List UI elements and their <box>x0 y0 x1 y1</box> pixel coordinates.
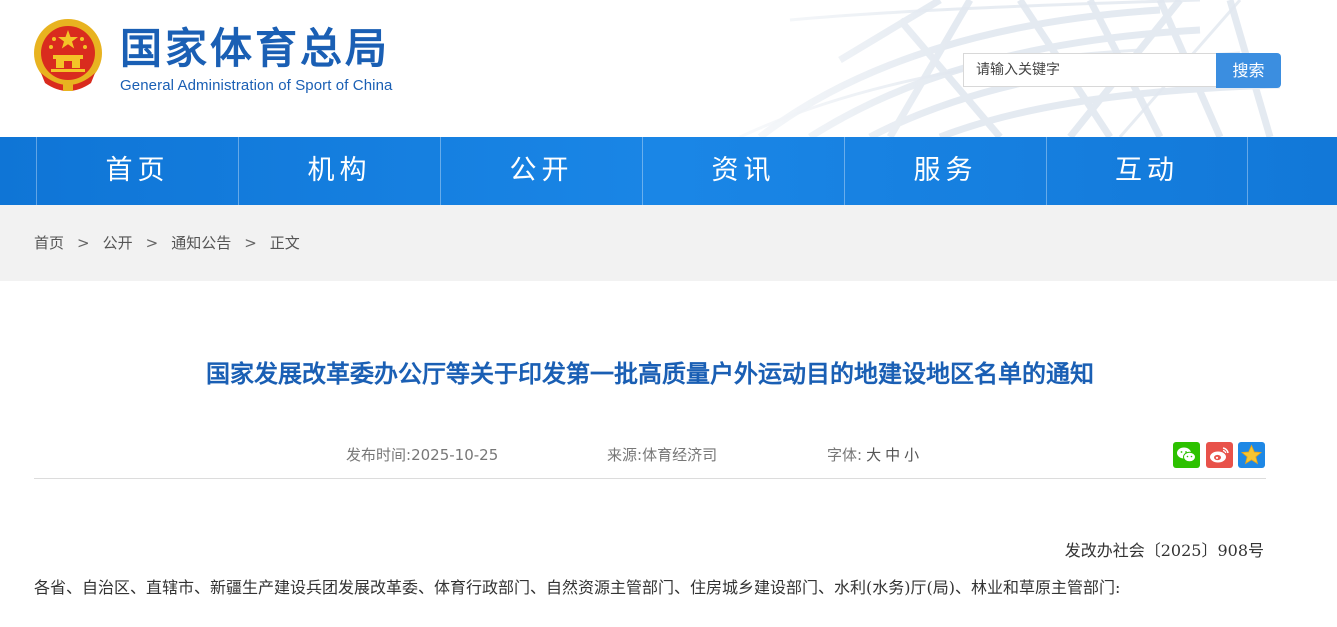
nav-item-services[interactable]: 服务 <box>844 137 1046 205</box>
nav-item-interaction[interactable]: 互动 <box>1046 137 1248 205</box>
font-size-large[interactable]: 大 <box>866 446 881 464</box>
favorite-star-icon[interactable] <box>1238 442 1265 468</box>
site-name-english: General Administration of Sport of China <box>120 77 393 94</box>
national-emblem-logo <box>34 19 102 91</box>
breadcrumb-separator: > <box>244 234 257 252</box>
nav-item-organization[interactable]: 机构 <box>238 137 440 205</box>
site-name-chinese: 国家体育总局 <box>120 24 391 73</box>
breadcrumb-separator: > <box>77 234 90 252</box>
font-size-medium[interactable]: 中 <box>885 446 900 464</box>
nav-item-home[interactable]: 首页 <box>36 137 238 205</box>
breadcrumb-bar: 首页 > 公开 > 通知公告 > 正文 <box>0 205 1337 281</box>
source-label: 来源: <box>607 446 643 464</box>
publish-date: 2025-10-25 <box>411 446 499 464</box>
article-meta: 发布时间:2025-10-25 来源:体育经济司 字体: 大中小 <box>0 440 1337 470</box>
breadcrumb-current: 正文 <box>269 234 300 252</box>
source-value: 体育经济司 <box>642 446 718 464</box>
article-title: 国家发展改革委办公厅等关于印发第一批高质量户外运动目的地建设地区名单的通知 <box>206 360 1094 388</box>
weibo-icon[interactable] <box>1206 442 1233 468</box>
meta-divider <box>34 478 1266 479</box>
wechat-icon[interactable] <box>1173 442 1200 468</box>
main-navigation: 首页 机构 公开 资讯 服务 互动 <box>0 137 1337 205</box>
font-size-controls: 字体: 大中小 <box>827 440 919 470</box>
nav-items: 首页 机构 公开 资讯 服务 互动 <box>36 137 1248 205</box>
site-header: 国家体育总局 General Administration of Sport o… <box>0 0 1337 137</box>
breadcrumb-separator: > <box>145 234 159 252</box>
nav-item-public[interactable]: 公开 <box>440 137 642 205</box>
search-button[interactable]: 搜索 <box>1216 53 1281 88</box>
publish-info: 发布时间:2025-10-25 <box>346 440 498 470</box>
font-size-label: 字体: <box>827 446 863 464</box>
breadcrumb-home-link[interactable]: 首页 <box>34 234 64 252</box>
search-input[interactable] <box>963 53 1217 87</box>
article-body: 各省、自治区、直辖市、新疆生产建设兵团发展改革委、体育行政部门、自然资源主管部门… <box>34 578 1121 597</box>
source-info: 来源:体育经济司 <box>607 440 717 470</box>
publish-label: 发布时间: <box>346 446 412 464</box>
nav-item-news[interactable]: 资讯 <box>642 137 844 205</box>
breadcrumb-notices-link[interactable]: 通知公告 <box>171 234 231 252</box>
breadcrumb-public-link[interactable]: 公开 <box>103 234 133 252</box>
document-number: 发改办社会〔2025〕908号 <box>1064 541 1264 560</box>
breadcrumb: 首页 > 公开 > 通知公告 > 正文 <box>34 205 300 281</box>
font-size-small[interactable]: 小 <box>904 446 919 464</box>
